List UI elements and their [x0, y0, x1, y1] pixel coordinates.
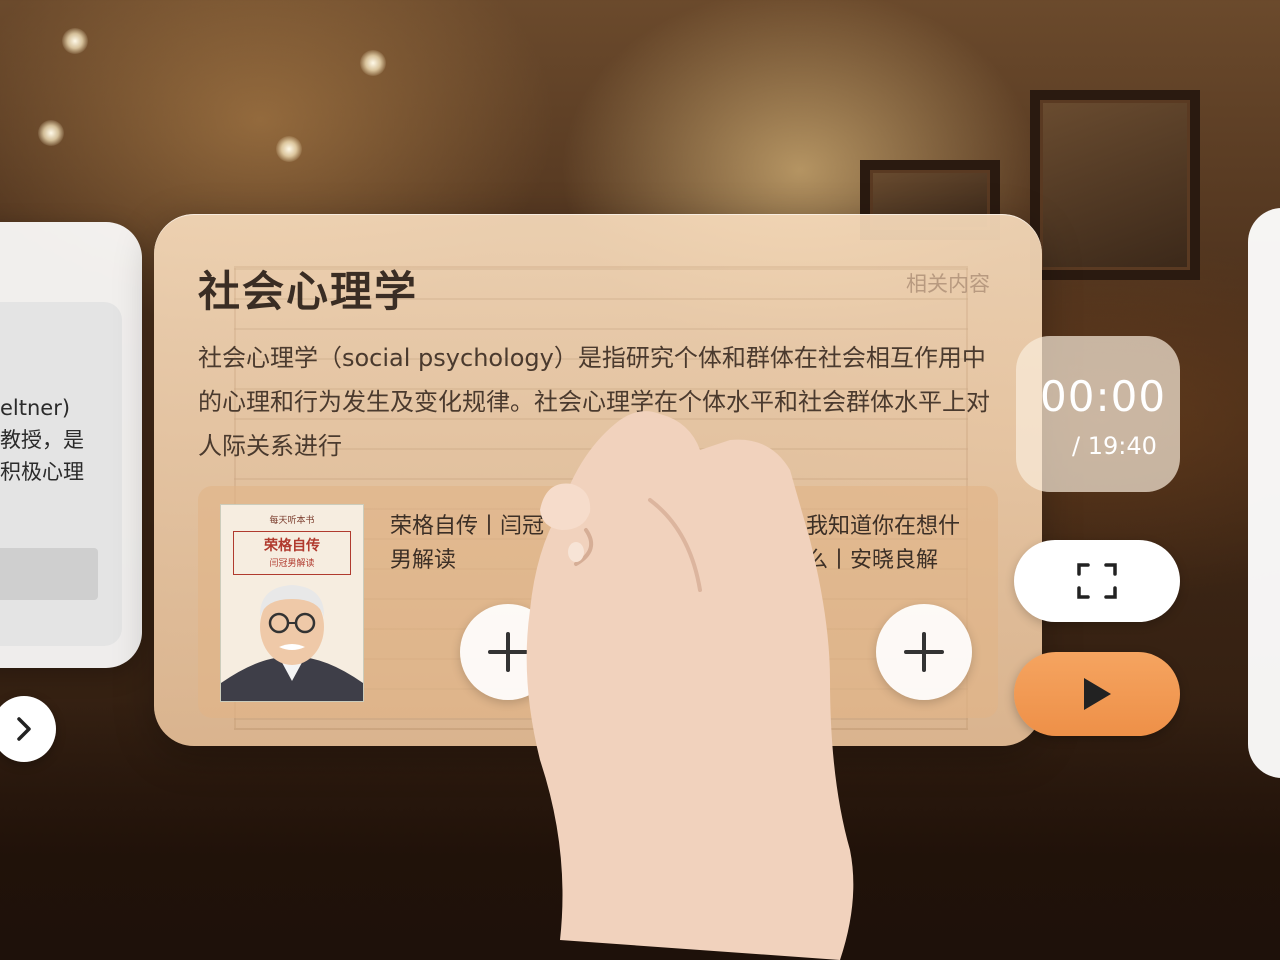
ceiling-light — [360, 50, 386, 76]
chevron-right-icon — [17, 717, 31, 741]
recommendation-title-line: 我知道你在想什 — [806, 514, 961, 539]
ceiling-light — [62, 28, 88, 54]
plus-icon — [488, 632, 528, 672]
add-button[interactable] — [460, 604, 556, 700]
right-side-panel — [1248, 208, 1280, 778]
portrait-illustration — [221, 585, 363, 701]
left-panel-button[interactable] — [0, 548, 98, 600]
encyclopedia-card: 社会心理学 相关内容 社会心理学（social psychology）是指研究个… — [154, 214, 1042, 746]
related-content-link[interactable]: 相关内容 — [906, 268, 990, 298]
recommendation-row: 每天听本书 荣格自传 闫冠男解读 荣格自传丨闫冠 男解读 我知道你在想什 么丨安… — [198, 486, 998, 718]
play-button[interactable] — [1014, 652, 1180, 736]
left-panel-text: eltner) 教授，是 积极心理 — [0, 392, 120, 488]
left-panel-line: 积极心理 — [0, 460, 84, 484]
recommendation-title[interactable]: 我知道你在想什 么丨安晓良解 — [806, 510, 960, 578]
recommendation-title-line: 么丨安晓良解 — [806, 548, 939, 573]
fullscreen-button[interactable] — [1014, 540, 1180, 622]
book-cover: 每天听本书 荣格自传 闫冠男解读 — [220, 504, 364, 702]
card-description: 社会心理学（social psychology）是指研究个体和群体在社会相互作用… — [198, 344, 990, 460]
left-panel-line: 教授，是 — [0, 428, 84, 452]
plus-icon — [904, 632, 944, 672]
ceiling-light — [38, 120, 64, 146]
wall-picture-frame — [1030, 90, 1200, 280]
fullscreen-icon — [1077, 563, 1117, 599]
recommendation-title[interactable]: 荣格自传丨闫冠 男解读 — [390, 510, 544, 578]
ceiling-light — [276, 136, 302, 162]
total-time: / 19:40 — [1072, 432, 1157, 460]
left-panel-line: eltner) — [0, 396, 71, 420]
add-button[interactable] — [876, 604, 972, 700]
recommendation-title-line: 男解读 — [390, 548, 457, 573]
recommendation-title-line: 荣格自传丨闫冠 — [390, 514, 545, 539]
play-icon — [1084, 678, 1111, 710]
card-title: 社会心理学 — [198, 267, 419, 316]
current-time: 00:00 — [1040, 372, 1167, 421]
